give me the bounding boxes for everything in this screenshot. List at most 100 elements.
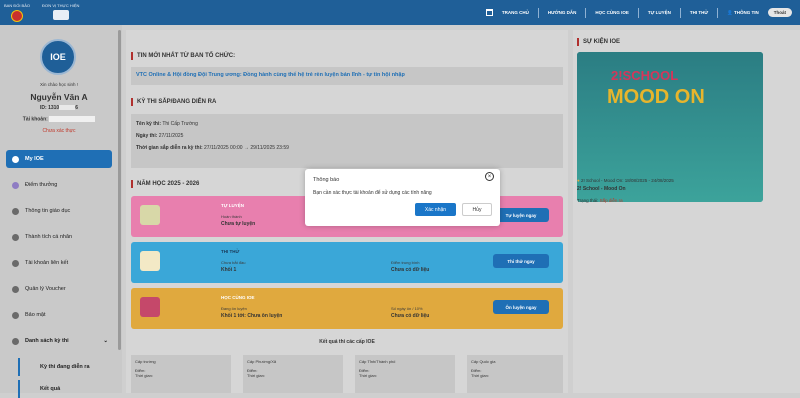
section-marker — [131, 98, 133, 106]
news-section-title: TIN MỚI NHẤT TỪ BAN TỔ CHỨC: — [131, 52, 563, 60]
sidebar-item-ongoing-exams[interactable]: Kỳ thi đang diễn ra — [18, 358, 112, 376]
user-id-tail: 6 — [75, 105, 78, 111]
result-province: Cấp Tỉnh/Thành phố Điểm: Thời gian: — [355, 355, 455, 393]
sidebar-item-label: Quản lý Voucher — [25, 286, 66, 292]
mock-test-card: THI THỬ Chưa bắt đầu Khối 1 Điểm trung b… — [131, 242, 563, 283]
sidebar-item-label: Bảo mật — [25, 312, 46, 318]
card-title: HỌC CÙNG IOE — [221, 295, 255, 300]
nav-divider — [637, 7, 639, 18]
sidebar-item-achievements[interactable]: Thành tích cá nhân — [6, 228, 112, 246]
exam-date: 27/11/2025 — [158, 133, 184, 139]
nav-practice[interactable]: TỰ LUYỆN — [648, 10, 671, 15]
sidebar-item-security[interactable]: Bảo mật — [6, 306, 112, 324]
section-marker — [577, 38, 579, 46]
org-right-label: ĐƠN VỊ THỰC HIỆN — [42, 3, 80, 8]
link-icon — [12, 259, 19, 267]
results-title: Kết quả thi các cấp IOE — [319, 339, 375, 345]
org-right: ĐƠN VỊ THỰC HIỆN — [42, 3, 79, 20]
account-label: THÔNG TIN — [734, 9, 759, 15]
sidebar-item-label: Kỳ thi đang diễn ra — [40, 364, 90, 370]
events-title-label: SỰ KIỆN IOE — [583, 39, 620, 45]
user-icon — [12, 233, 19, 241]
national-emblem-icon — [11, 10, 23, 22]
coin-icon — [12, 181, 19, 189]
practice-icon — [140, 205, 160, 225]
exam-time-label: Thời gian sắp diễn ra kỳ thi: — [136, 145, 203, 151]
card-value: Khối 1 tới: Chưa ôn luyện — [221, 313, 283, 319]
practice-now-button[interactable]: Tự luyện ngay — [493, 208, 549, 222]
bullet-icon: ● — [577, 178, 580, 183]
top-bar: BAN ĐỐI BẢO ĐƠN VỊ THỰC HIỆN TRANG CHỦ H… — [0, 0, 800, 25]
result-time: Thời gian: — [359, 373, 377, 378]
event-status-value: Sắp diễn ra — [599, 198, 623, 203]
card-value: Chưa tự luyện — [221, 221, 256, 227]
event-dates: ● 2! School - Mood On: 18/08/2025 - 24/0… — [577, 178, 674, 183]
greeting: Xin chào học sinh ! — [39, 82, 79, 87]
news-title: TIN MỚI NHẤT TỪ BAN TỔ CHỨC: — [137, 53, 236, 59]
sidebar-item-label: My IOE — [25, 156, 44, 162]
chevron-down-icon: ⌄ — [103, 338, 108, 344]
exam-info-box: Tên kỳ thi: Thi Cấp Trường Ngày thi: 27/… — [131, 114, 563, 168]
org-left: BAN ĐỐI BẢO — [4, 3, 30, 22]
learn-now-button[interactable]: Ôn luyện ngay — [493, 300, 549, 314]
event-status-label: Trạng thái: — [577, 198, 599, 203]
nav-home[interactable]: TRANG CHỦ — [502, 10, 529, 15]
result-level: Cấp trường — [135, 359, 156, 364]
exam-name-row: Tên kỳ thi: Thi Cấp Trường — [136, 121, 558, 127]
event-name[interactable]: 2! School - Mood On — [577, 186, 626, 192]
nav-divider — [717, 7, 719, 18]
section-marker — [131, 52, 133, 60]
result-level: Cấp Phường/Xã — [247, 359, 277, 364]
nav-mock-test[interactable]: THI THỬ — [690, 10, 708, 15]
nav-guide[interactable]: HƯỚNG DẪN — [548, 10, 577, 15]
cancel-button[interactable]: Hủy — [462, 203, 492, 216]
nav-learn[interactable]: HỌC CÙNG IOE — [595, 10, 629, 15]
account-redacted — [49, 116, 96, 122]
nav-divider — [537, 7, 539, 18]
event-status: Trạng thái: Sắp diễn ra — [577, 198, 623, 203]
learn-icon — [140, 297, 160, 317]
sidebar: IOE Xin chào học sinh ! Nguyễn Văn A ID:… — [0, 25, 122, 398]
sidebar-item-voucher[interactable]: Quản lý Voucher — [6, 280, 112, 298]
ioe-badge-logo: IOE — [40, 39, 76, 75]
sidebar-item-label: Thành tích cá nhân — [25, 234, 73, 240]
confirm-button[interactable]: Xác nhận — [415, 203, 456, 216]
result-time: Thời gian: — [471, 373, 489, 378]
dialog-message: Bạn cần xác thực tài khoản để sử dụng cá… — [313, 190, 432, 196]
result-level: Cấp Tỉnh/Thành phố — [359, 359, 396, 364]
news-link[interactable]: VTC Online & Hội đồng Đội Trung ương: Đồ… — [131, 67, 563, 85]
sidebar-item-label: Điểm thưởng — [25, 182, 58, 188]
nav-divider — [679, 7, 681, 18]
result-level: Cấp Quốc gia — [471, 359, 496, 364]
exam-time-row: Thời gian sắp diễn ra kỳ thi: 27/11/2025… — [136, 145, 558, 151]
sidebar-item-education[interactable]: Thông tin giáo dục — [6, 202, 112, 220]
result-time: Thời gian: — [247, 373, 265, 378]
learn-card: HỌC CÙNG IOE Đang ôn luyện Khối 1 tới: C… — [131, 288, 563, 329]
sidebar-item-my-ioe[interactable]: My IOE — [6, 150, 112, 168]
sidebar-item-results[interactable]: Kết quả — [18, 380, 112, 398]
sidebar-item-linked-accounts[interactable]: Tài khoản liên kết — [6, 254, 112, 272]
logout-button[interactable]: Thoát — [767, 8, 792, 17]
ioe-logo-icon — [52, 10, 69, 20]
close-icon[interactable]: × — [485, 172, 494, 181]
sidebar-item-label: Tài khoản liên kết — [25, 260, 69, 266]
result-ward: Cấp Phường/Xã Điểm: Thời gian: — [243, 355, 343, 393]
user-id-label: ID: 1310 — [40, 105, 60, 111]
mock-test-icon — [140, 251, 160, 271]
banner-title-2: MOOD ON — [607, 86, 705, 108]
id-redacted — [59, 105, 76, 111]
sidebar-item-points[interactable]: Điểm thưởng — [6, 176, 112, 194]
account-button[interactable]: 👤 THÔNG TIN — [727, 10, 759, 16]
home-icon[interactable] — [485, 9, 493, 16]
notification-dialog: Thông báo × Bạn cần xác thực tài khoản đ… — [305, 169, 500, 226]
sidebar-item-exam-list[interactable]: Danh sách kỳ thi ⌄ — [6, 332, 112, 350]
events-panel: SỰ KIỆN IOE 2!SCHOOL MOOD ON ● 2! School… — [573, 30, 800, 393]
events-title: SỰ KIỆN IOE — [577, 38, 777, 46]
section-marker — [131, 180, 133, 188]
event-dates-label: 2! School - Mood On: 18/08/2025 - 24/08/… — [580, 178, 674, 183]
sidebar-scrollbar[interactable] — [118, 30, 121, 350]
org-left-label: BAN ĐỐI BẢO — [4, 3, 31, 8]
exam-section-title: KỲ THI SẮP/ĐANG DIỄN RA — [131, 98, 563, 106]
user-id: ID: 1310 6 — [0, 105, 118, 111]
mock-test-now-button[interactable]: Thi thử ngay — [493, 254, 549, 268]
